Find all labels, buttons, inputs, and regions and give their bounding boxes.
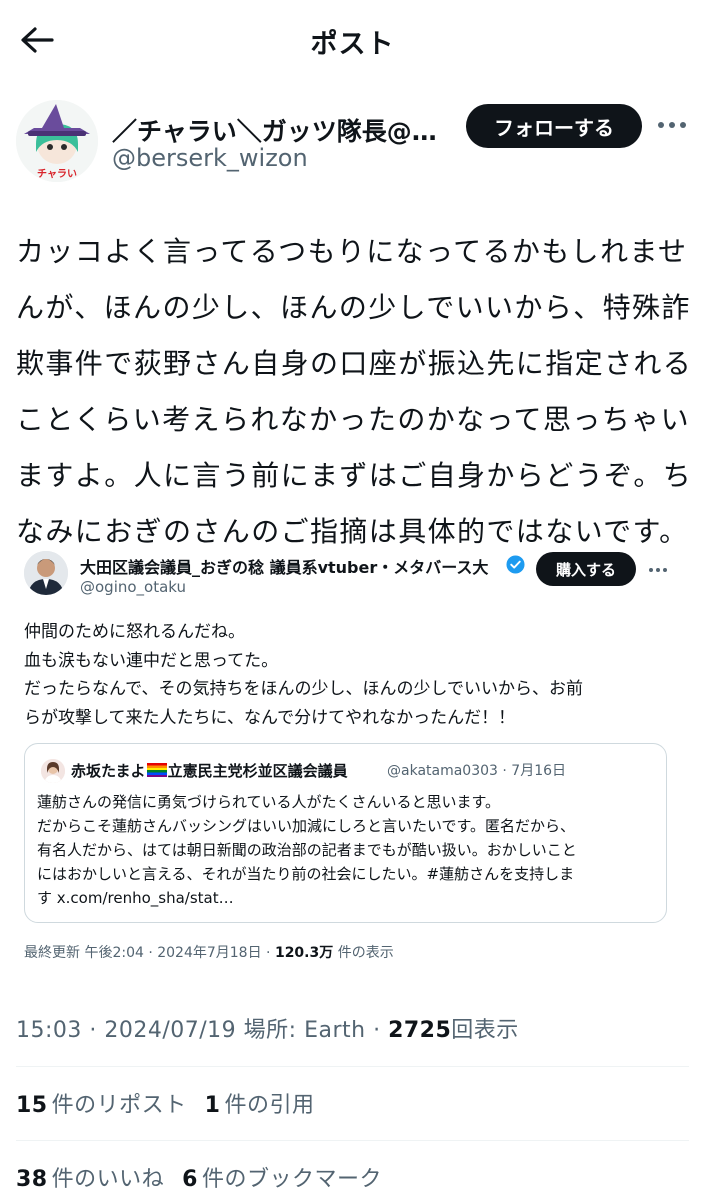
follow-button[interactable]: フォローする bbox=[466, 104, 642, 148]
likes-link[interactable]: 38 件のいいね bbox=[16, 1161, 164, 1193]
quoted-text-line: 有名人だから、はては朝日新聞の政治部の記者までもが酷い扱い。おかしいこと bbox=[37, 841, 577, 859]
person-avatar-icon bbox=[24, 551, 68, 595]
engagement-row: 15 件のリポスト 1 件の引用 bbox=[16, 1087, 332, 1119]
buy-button: 購入する bbox=[536, 552, 636, 586]
embedded-more-icon bbox=[646, 564, 670, 576]
embedded-text: 仲間のために怒れるんだね。 血も涙もない連中だと思ってた。 だったらなんで、その… bbox=[24, 618, 674, 732]
verified-badge-icon bbox=[506, 555, 525, 574]
avatar-caption: チャラい bbox=[37, 168, 77, 180]
quoted-text: 蓮舫さんの発信に勇気づけられている人がたくさんいると思います。 だからこそ蓮舫さ… bbox=[37, 790, 662, 910]
quoted-avatar bbox=[41, 759, 65, 783]
quoted-display-name: 赤坂たまよ 立憲民主党杉並区議会議員 bbox=[71, 760, 348, 781]
bookmarks-link[interactable]: 6 件のブックマーク bbox=[182, 1161, 382, 1193]
author-handle[interactable]: @berserk_wizon bbox=[112, 144, 308, 172]
top-bar: ポスト bbox=[0, 0, 705, 80]
embedded-avatar bbox=[24, 551, 68, 595]
embedded-display-name: 大田区議会議員_おぎの稔 議員系vtuber・メタバース大 bbox=[80, 558, 489, 577]
avatar[interactable]: チャラい bbox=[16, 100, 98, 182]
post-text: カッコよく言ってるつもりになってるかもしれませ んが、ほんの少し、ほんの少しでい… bbox=[16, 224, 691, 560]
quotes-count: 1 bbox=[204, 1093, 221, 1118]
rainbow-flag-icon bbox=[146, 763, 167, 777]
likes-label: 件のいいね bbox=[51, 1167, 165, 1192]
quoted-text-line: 蓮舫さんの発信に勇気づけられている人がたくさんいると思います。 bbox=[37, 793, 501, 811]
quoted-post-card: 赤坂たまよ 立憲民主党杉並区議会議員 @akatama0303 · 7月16日 蓮… bbox=[24, 743, 667, 923]
more-options-button[interactable] bbox=[652, 112, 692, 138]
embedded-text-line: 仲間のために怒れるんだね。 bbox=[24, 622, 245, 642]
quoted-handle-date: @akatama0303 · 7月16日 bbox=[387, 763, 567, 779]
more-horizontal-icon bbox=[658, 122, 686, 128]
likes-count: 38 bbox=[16, 1167, 48, 1192]
quoted-name-part: 赤坂たまよ bbox=[71, 762, 146, 780]
quoted-text-line: にはおかしいと言える、それが当たり前の社会にしたい。#蓮舫さんを支持しま bbox=[37, 865, 575, 883]
embedded-handle: @ogino_otaku bbox=[80, 578, 187, 596]
post-text-line: カッコよく言ってるつもりになってるかもしれませ bbox=[16, 235, 688, 268]
bookmarks-count: 6 bbox=[182, 1167, 198, 1192]
post-text-line: 欺事件で荻野さん自身の口座が振込先に指定される bbox=[16, 347, 693, 380]
view-count-label: 回表示 bbox=[451, 1018, 519, 1043]
post-meta: 15:03 · 2024/07/19 場所: Earth · 2725回表示 bbox=[16, 1012, 519, 1044]
post-text-line: んが、ほんの少し、ほんの少しでいいから、特殊詐 bbox=[16, 291, 691, 324]
quoted-text-line: す x.com/renho_sha/stat… bbox=[37, 889, 234, 907]
attached-image[interactable]: 大田区議会議員_おぎの稔 議員系vtuber・メタバース大 @ogino_ota… bbox=[0, 540, 705, 962]
updated-prefix: 最終更新 午後2:04 · 2024年7月18日 · bbox=[24, 945, 275, 961]
engagement-row: 38 件のいいね 6 件のブックマーク bbox=[16, 1161, 400, 1193]
divider bbox=[16, 1140, 689, 1141]
page-title: ポスト bbox=[310, 29, 395, 60]
post-text-line: ことくらい考えられなかったのかなって思っちゃい bbox=[16, 403, 690, 436]
post-author: チャラい ／チャラい＼ガッツ隊長@… @berserk_wizon フォローする bbox=[16, 100, 691, 184]
divider bbox=[16, 1066, 689, 1067]
post-timestamp-location: 15:03 · 2024/07/19 場所: Earth · bbox=[16, 1018, 389, 1043]
witch-avatar-icon: チャラい bbox=[16, 100, 98, 182]
author-display-name[interactable]: ／チャラい＼ガッツ隊長@… bbox=[112, 112, 454, 148]
quoted-text-line: だからこそ蓮舫さんバッシングはいい加減にしろと言いたいです。匿名だから、 bbox=[37, 817, 576, 835]
updated-suffix: 件の表示 bbox=[333, 945, 394, 961]
person-avatar-icon bbox=[41, 759, 65, 783]
post-text-line: ますよ。人に言う前にまずはご自身からどうぞ。ち bbox=[16, 459, 693, 492]
quotes-label: 件の引用 bbox=[224, 1093, 315, 1118]
embedded-text-line: 血も涙もない連中だと思ってた。 bbox=[24, 650, 279, 671]
view-count: 2725 bbox=[388, 1018, 452, 1043]
quoted-name-part: 立憲民主党杉並区議会議員 bbox=[167, 762, 348, 780]
bookmarks-label: 件のブックマーク bbox=[201, 1167, 382, 1192]
embedded-text-line: だったらなんで、その気持ちをほんの少し、ほんの少しでいいから、お前 bbox=[24, 679, 583, 699]
quotes-link[interactable]: 1 件の引用 bbox=[205, 1087, 315, 1119]
reposts-link[interactable]: 15 件のリポスト bbox=[16, 1087, 187, 1119]
embedded-updated-info: 最終更新 午後2:04 · 2024年7月18日 · 120.3万 件の表示 bbox=[24, 942, 394, 962]
reposts-count: 15 bbox=[16, 1093, 48, 1118]
updated-views: 120.3万 bbox=[274, 945, 334, 961]
embedded-text-line: らが攻撃して来た人たちに、なんで分けてやれなかったんだ！！ bbox=[24, 707, 516, 728]
reposts-label: 件のリポスト bbox=[51, 1093, 187, 1118]
